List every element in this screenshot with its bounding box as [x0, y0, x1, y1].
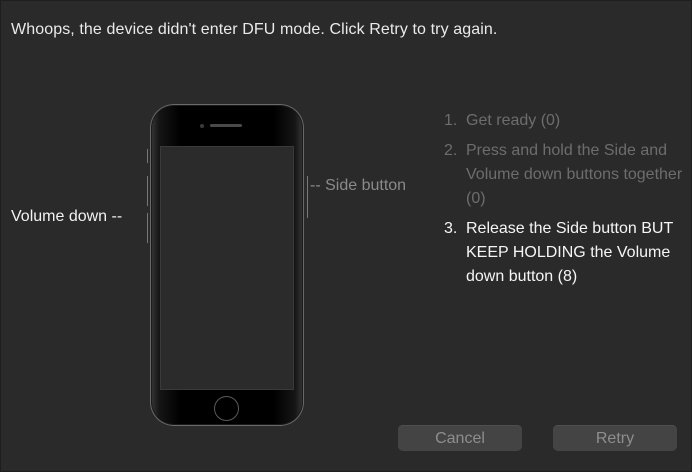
step-number: 3. [444, 220, 458, 237]
error-message: Whoops, the device didn't enter DFU mode… [11, 21, 498, 38]
phone-screen [160, 146, 294, 390]
step-1: 1. Get ready (0) [444, 109, 684, 133]
retry-button[interactable]: Retry [553, 425, 677, 451]
iphone-illustration [150, 104, 304, 426]
home-button-icon [214, 396, 239, 421]
volume-down-label: Volume down -- [11, 208, 123, 225]
cancel-button[interactable]: Cancel [398, 425, 522, 451]
camera-icon [200, 124, 204, 128]
step-number: 2. [444, 142, 458, 159]
step-text: Press and hold the Side and Volume down … [466, 142, 683, 207]
step-3: 3. Release the Side button BUT KEEP HOLD… [444, 217, 684, 289]
speaker-grille [210, 124, 242, 127]
step-text: Get ready (0) [466, 112, 561, 129]
side-button [304, 176, 308, 218]
side-button-label: -- Side button [310, 177, 407, 194]
step-2: 2. Press and hold the Side and Volume do… [444, 139, 684, 211]
dfu-dialog: Whoops, the device didn't enter DFU mode… [0, 0, 692, 472]
step-text: Release the Side button BUT KEEP HOLDING… [466, 220, 673, 285]
step-number: 1. [444, 112, 458, 129]
steps-list: 1. Get ready (0) 2. Press and hold the S… [444, 109, 684, 295]
